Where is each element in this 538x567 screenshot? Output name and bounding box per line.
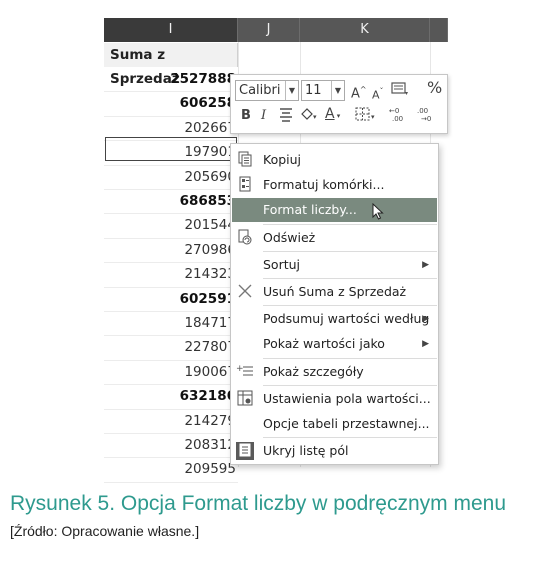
- copy-icon: [236, 151, 254, 169]
- fill-color-icon[interactable]: ▾: [299, 106, 319, 128]
- table-cell[interactable]: 2527888: [104, 67, 238, 91]
- shrink-font-icon[interactable]: Aˇ: [372, 83, 384, 105]
- svg-text:.00: .00: [392, 115, 403, 122]
- menu-item-label: Ustawienia pola wartości...: [263, 391, 431, 406]
- figure-source: [Źródło: Opracowanie własne.]: [10, 523, 200, 539]
- figure-caption: Rysunek 5. Opcja Format liczby w podręcz…: [10, 492, 507, 515]
- svg-text:▾: ▾: [313, 113, 317, 121]
- table-cell[interactable]: 606258: [104, 91, 238, 115]
- menu-item-remove-field[interactable]: Usuń Suma z Sprzedaż: [232, 280, 437, 304]
- table-cell[interactable]: 686853: [104, 189, 238, 213]
- table-cell[interactable]: 205690: [104, 165, 238, 189]
- menu-separator: [263, 305, 437, 306]
- table-cell[interactable]: 209595: [104, 457, 238, 481]
- table-cell[interactable]: 201544: [104, 213, 238, 237]
- menu-item-label: Podsumuj wartości według: [263, 311, 430, 326]
- menu-item-show-details[interactable]: + Pokaż szczegóły: [232, 360, 437, 384]
- menu-item-show-values-as[interactable]: Pokaż wartości jako ▶: [232, 332, 437, 356]
- menu-item-refresh[interactable]: Odśwież: [232, 226, 437, 250]
- menu-item-sort[interactable]: Sortuj ▶: [232, 253, 437, 277]
- table-cell[interactable]: 190067: [104, 360, 238, 384]
- italic-icon[interactable]: I: [261, 107, 266, 125]
- table-cell[interactable]: 214323: [104, 262, 238, 286]
- menu-item-copy[interactable]: Kopiuj: [232, 148, 437, 172]
- menu-item-value-field-settings[interactable]: Ustawienia pola wartości...: [232, 387, 437, 411]
- table-cell[interactable]: 184717: [104, 311, 238, 335]
- submenu-arrow-icon: ▶: [422, 339, 429, 349]
- grow-font-icon[interactable]: A^: [351, 81, 367, 103]
- field-list-icon: [236, 442, 254, 460]
- column-header-k[interactable]: K: [300, 18, 430, 42]
- font-color-icon[interactable]: A ▾: [325, 105, 340, 125]
- menu-item-summarize-by[interactable]: Podsumuj wartości według ▶: [232, 307, 437, 331]
- menu-item-label: Opcje tabeli przestawnej...: [263, 416, 430, 431]
- menu-separator: [263, 385, 437, 386]
- submenu-arrow-icon: ▶: [422, 260, 429, 270]
- menu-separator: [263, 224, 437, 225]
- mini-toolbar: Calibri ▼ 11 ▼ A^ Aˇ ▾ % B I ▾ A ▾ ▾ ←0.…: [230, 74, 448, 134]
- menu-item-label: Usuń Suma z Sprzedaż: [263, 284, 407, 299]
- submenu-arrow-icon: ▶: [422, 314, 429, 324]
- svg-text:→0: →0: [421, 115, 431, 122]
- chevron-down-icon[interactable]: ▼: [285, 81, 298, 100]
- menu-separator: [263, 437, 437, 438]
- svg-text:▾: ▾: [371, 113, 375, 121]
- font-name-box[interactable]: Calibri ▼: [235, 80, 299, 101]
- format-cells-icon: [236, 176, 254, 194]
- remove-icon: [236, 283, 254, 301]
- menu-separator: [263, 251, 437, 252]
- menu-item-number-format[interactable]: Format liczby...: [232, 198, 437, 222]
- field-settings-icon: [236, 390, 254, 408]
- align-center-icon[interactable]: [279, 106, 293, 128]
- svg-text:←0: ←0: [389, 107, 399, 115]
- svg-text:+: +: [236, 364, 244, 374]
- table-cell[interactable]: 270986: [104, 238, 238, 262]
- font-name-value: Calibri: [239, 83, 281, 98]
- menu-item-format-cells[interactable]: Formatuj komórki...: [232, 173, 437, 197]
- menu-item-hide-field-list[interactable]: Ukryj listę pól: [232, 439, 437, 463]
- font-size-box[interactable]: 11 ▼: [301, 80, 345, 101]
- increase-decimal-icon[interactable]: ←0.00: [389, 106, 409, 128]
- font-size-value: 11: [305, 83, 322, 98]
- refresh-icon: [236, 229, 254, 247]
- context-menu: Kopiuj Formatuj komórki... Format liczby…: [230, 143, 439, 465]
- column-header-j[interactable]: J: [238, 18, 300, 42]
- table-cell[interactable]: 227807: [104, 335, 238, 359]
- menu-item-label: Pokaż szczegóły: [263, 364, 364, 379]
- grid-line: [104, 481, 238, 483]
- show-details-icon: +: [236, 363, 254, 381]
- menu-item-pivot-options[interactable]: Opcje tabeli przestawnej...: [232, 412, 437, 436]
- percent-icon[interactable]: %: [427, 79, 442, 97]
- menu-item-label: Ukryj listę pól: [263, 443, 349, 458]
- borders-icon[interactable]: ▾: [355, 106, 379, 128]
- table-cell[interactable]: 632186: [104, 384, 238, 408]
- table-cell[interactable]: 214279: [104, 409, 238, 433]
- pivot-header-cell[interactable]: Suma z Sprzedaż: [104, 43, 238, 87]
- menu-separator: [263, 358, 437, 359]
- chevron-down-icon[interactable]: ▼: [331, 81, 344, 100]
- column-header-i[interactable]: I: [104, 18, 238, 42]
- accounting-format-icon[interactable]: ▾: [391, 80, 409, 102]
- decrease-decimal-icon[interactable]: .00 →0: [417, 106, 439, 128]
- menu-item-label: Sortuj: [263, 257, 301, 272]
- table-cell[interactable]: 208312: [104, 433, 238, 457]
- bold-icon[interactable]: B: [241, 107, 251, 125]
- svg-text:.00: .00: [417, 107, 428, 115]
- menu-item-label: Kopiuj: [263, 152, 302, 167]
- menu-separator: [263, 278, 437, 279]
- selected-cell-border: [105, 137, 237, 161]
- menu-item-label: Odśwież: [263, 230, 316, 245]
- menu-item-label: Format liczby...: [263, 202, 357, 217]
- menu-item-label: Formatuj komórki...: [263, 177, 385, 192]
- table-cell[interactable]: 602591: [104, 287, 238, 311]
- svg-text:▾: ▾: [405, 90, 408, 96]
- column-header-l[interactable]: [430, 18, 448, 42]
- menu-item-label: Pokaż wartości jako: [263, 336, 385, 351]
